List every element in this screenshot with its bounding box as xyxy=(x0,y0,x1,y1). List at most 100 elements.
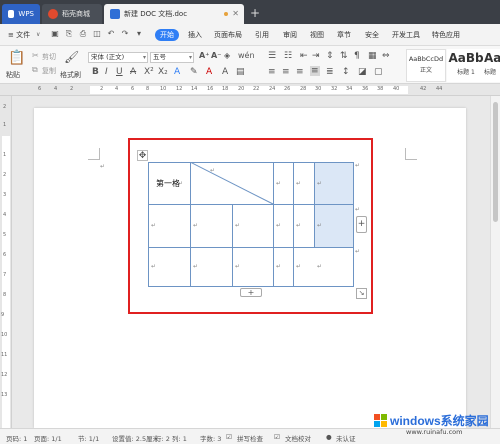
copy-button[interactable]: 复制 xyxy=(42,66,56,76)
status-page-number[interactable]: 页码: 1 xyxy=(6,433,27,443)
tab-store-label: 稻壳商城 xyxy=(62,10,90,18)
horizontal-ruler[interactable]: 6 4 2 2 4 6 8 10 12 14 16 18 20 22 24 26… xyxy=(0,84,500,96)
status-section[interactable]: 节: 1/1 xyxy=(78,433,99,443)
menu-insert[interactable]: 插入 xyxy=(188,30,202,40)
decrease-indent-icon[interactable]: ⇤ xyxy=(300,51,308,61)
preview-icon[interactable]: ◫ xyxy=(92,29,102,40)
proofread-icon[interactable]: ☑ xyxy=(274,433,280,441)
ribbon-toolbar: 📋 粘贴 ✂ 剪切 ⧉ 复制 🖌 格式刷 宋体 (正文) ▾ 五号 ▾ A⁺ A… xyxy=(0,46,500,84)
format-painter-icon[interactable]: 🖌 xyxy=(64,50,79,64)
show-marks-icon[interactable]: ¶ xyxy=(354,51,360,61)
cut-icon[interactable]: ✂ xyxy=(32,51,39,60)
cut-button[interactable]: 剪切 xyxy=(42,52,56,62)
status-setting[interactable]: 设置值: 2.5厘米 xyxy=(112,433,159,443)
tab-wps[interactable]: WPS xyxy=(2,4,40,24)
highlight-icon[interactable]: ✎ xyxy=(190,67,198,77)
file-dropdown-icon[interactable]: ∨ xyxy=(36,31,40,38)
align-left-icon[interactable]: ≡ xyxy=(268,67,276,77)
proofread-button[interactable]: 文档校对 xyxy=(285,433,311,443)
tab-docer-store[interactable]: 稻壳商城 xyxy=(42,4,102,24)
style-heading-2[interactable]: AaB 标题 xyxy=(484,49,500,82)
menu-developer[interactable]: 开发工具 xyxy=(392,30,420,40)
menu-references[interactable]: 引用 xyxy=(255,30,269,40)
status-column[interactable]: 列: 1 xyxy=(172,433,187,443)
copy-icon[interactable]: ⧉ xyxy=(32,65,38,75)
print-icon[interactable]: ⎙ xyxy=(78,29,88,40)
subscript-icon[interactable]: X₂ xyxy=(158,67,168,77)
sort-icon[interactable]: ⇅ xyxy=(340,51,348,61)
menu-security[interactable]: 安全 xyxy=(365,30,379,40)
bullets-icon[interactable]: ☰ xyxy=(268,51,276,61)
borders-icon[interactable]: ▢ xyxy=(374,67,383,77)
status-certification[interactable]: 未认证 xyxy=(336,433,356,443)
style-h1-label: 标题 1 xyxy=(457,69,475,76)
status-word-count[interactable]: 字数: 3 xyxy=(200,433,221,443)
new-tab-button[interactable]: + xyxy=(250,6,260,20)
vertical-scrollbar[interactable] xyxy=(490,96,500,428)
font-color-icon[interactable]: A xyxy=(206,67,212,77)
windows-logo-icon xyxy=(374,414,388,428)
more-icon[interactable]: ▾ xyxy=(134,29,144,40)
text-effect-icon[interactable]: A xyxy=(174,67,180,77)
menu-page-layout[interactable]: 页面布局 xyxy=(214,30,242,40)
bold-icon[interactable]: B xyxy=(92,67,99,77)
menu-special-apps[interactable]: 特色应用 xyxy=(432,30,460,40)
watermark-url: www.ruinafu.com xyxy=(406,428,463,436)
superscript-icon[interactable]: X² xyxy=(144,67,154,77)
char-spacing-icon[interactable]: ⇔ xyxy=(382,51,390,61)
spell-check-icon[interactable]: ☑ xyxy=(226,433,232,441)
style-normal-label: 正文 xyxy=(419,67,432,74)
redo-icon[interactable]: ↷ xyxy=(120,29,130,40)
font-name-select[interactable]: 宋体 (正文) ▾ xyxy=(88,52,148,63)
justify-icon[interactable]: ≡ xyxy=(310,66,320,76)
paste-button[interactable]: 粘贴 xyxy=(6,70,20,80)
menu-view[interactable]: 视图 xyxy=(310,30,324,40)
menu-chapter[interactable]: 章节 xyxy=(337,30,351,40)
font-name-value: 宋体 (正文) xyxy=(91,53,125,61)
paste-icon[interactable]: 📋 xyxy=(8,50,25,66)
underline-icon[interactable]: U xyxy=(116,67,123,77)
char-border-icon[interactable]: A xyxy=(222,67,228,77)
site-watermark: windows系统家园 www.ruinafu.com xyxy=(372,410,500,444)
spell-check-button[interactable]: 拼写检查 xyxy=(237,433,263,443)
shrink-font-icon[interactable]: A⁻ xyxy=(211,51,221,60)
numbering-icon[interactable]: ☷ xyxy=(284,51,292,61)
char-shading-icon[interactable]: ▤ xyxy=(236,67,245,77)
align-center-icon[interactable]: ≡ xyxy=(282,67,290,77)
doc-icon xyxy=(110,9,120,19)
clear-format-icon[interactable]: ◈ xyxy=(224,51,230,60)
save-icon[interactable]: ▣ xyxy=(50,29,60,40)
italic-icon[interactable]: I xyxy=(105,67,108,77)
line-spacing-icon[interactable]: ↕ xyxy=(342,67,350,77)
scrollbar-thumb[interactable] xyxy=(493,102,498,222)
format-painter-button[interactable]: 格式刷 xyxy=(60,70,81,80)
paragraph-mark: ↵ xyxy=(100,163,106,170)
status-row[interactable]: 行: 2 xyxy=(155,433,170,443)
style-normal[interactable]: AaBbCcDd 正文 xyxy=(406,49,446,82)
tab-document[interactable]: 新建 DOC 文档.doc ✕ xyxy=(104,4,244,24)
font-size-select[interactable]: 五号 ▾ xyxy=(150,52,194,63)
phonetic-icon[interactable]: wén xyxy=(238,51,255,60)
grow-font-icon[interactable]: A⁺ xyxy=(199,51,209,60)
shading-icon[interactable]: ◪ xyxy=(358,67,367,77)
menu-review[interactable]: 审阅 xyxy=(283,30,297,40)
chevron-down-icon: ▾ xyxy=(142,54,146,61)
align-right-icon[interactable]: ≡ xyxy=(296,67,304,77)
close-tab-icon[interactable]: ✕ xyxy=(232,9,239,18)
style-h2-label: 标题 xyxy=(484,69,497,76)
tables-icon[interactable]: ▦ xyxy=(368,51,377,61)
font-size-value: 五号 xyxy=(153,53,166,61)
tab-doc-label: 新建 DOC 文档.doc xyxy=(124,10,188,18)
menu-file[interactable]: ≡ 文件 xyxy=(8,30,30,40)
style-heading-1[interactable]: AaBb 标题 1 xyxy=(447,49,485,82)
distribute-icon[interactable]: ≣ xyxy=(326,67,334,77)
undo-icon[interactable]: ↶ xyxy=(106,29,116,40)
export-pdf-icon[interactable]: ⎘ xyxy=(64,29,74,40)
menu-start[interactable]: 开始 xyxy=(155,29,179,41)
strikethrough-icon[interactable]: A xyxy=(130,67,136,77)
status-pages[interactable]: 页面: 1/1 xyxy=(34,433,62,443)
page-margin-mark xyxy=(405,148,417,160)
chinese-layout-icon[interactable]: ⇕ xyxy=(326,51,334,61)
increase-indent-icon[interactable]: ⇥ xyxy=(312,51,320,61)
vertical-ruler[interactable]: 2 1 1 2 3 4 5 6 7 8 9 10 11 12 13 xyxy=(0,96,12,428)
